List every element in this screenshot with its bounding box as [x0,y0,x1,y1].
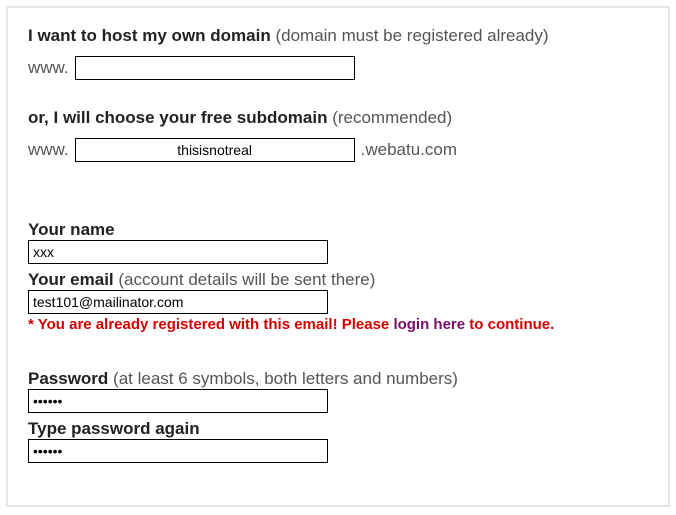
own-domain-input[interactable] [75,56,355,80]
own-domain-heading-bold: I want to host my own domain [28,26,271,45]
signup-panel: I want to host my own domain (domain mus… [6,6,670,507]
subdomain-row: www. .webatu.com [28,138,648,162]
login-here-link[interactable]: login here [393,316,465,333]
own-domain-heading-note: (domain must be registered already) [275,26,548,45]
own-domain-heading: I want to host my own domain (domain mus… [28,26,648,46]
email-label-note: (account details will be sent there) [118,270,375,289]
subdomain-input[interactable] [75,138,355,162]
email-error: * You are already registered with this e… [28,316,648,333]
subdomain-heading: or, I will choose your free subdomain (r… [28,108,648,128]
password-label: Password (at least 6 symbols, both lette… [28,369,648,389]
own-domain-prefix: www. [28,58,69,78]
email-label: Your email (account details will be sent… [28,270,648,290]
password2-label-bold: Type password again [28,419,200,438]
password2-label: Type password again [28,419,648,439]
email-label-bold: Your email [28,270,114,289]
subdomain-heading-note: (recommended) [332,108,452,127]
password2-input[interactable] [28,439,328,463]
subdomain-suffix: .webatu.com [361,140,457,160]
subdomain-heading-bold: or, I will choose your free subdomain [28,108,327,127]
subdomain-prefix: www. [28,140,69,160]
email-error-suffix: to continue. [465,316,554,333]
name-label: Your name [28,220,648,240]
name-input[interactable] [28,240,328,264]
name-label-bold: Your name [28,220,115,239]
email-error-prefix: * You are already registered with this e… [28,316,393,333]
password-label-bold: Password [28,369,108,388]
password-label-note: (at least 6 symbols, both letters and nu… [113,369,458,388]
password-input[interactable] [28,389,328,413]
email-input[interactable] [28,290,328,314]
own-domain-row: www. [28,56,648,80]
